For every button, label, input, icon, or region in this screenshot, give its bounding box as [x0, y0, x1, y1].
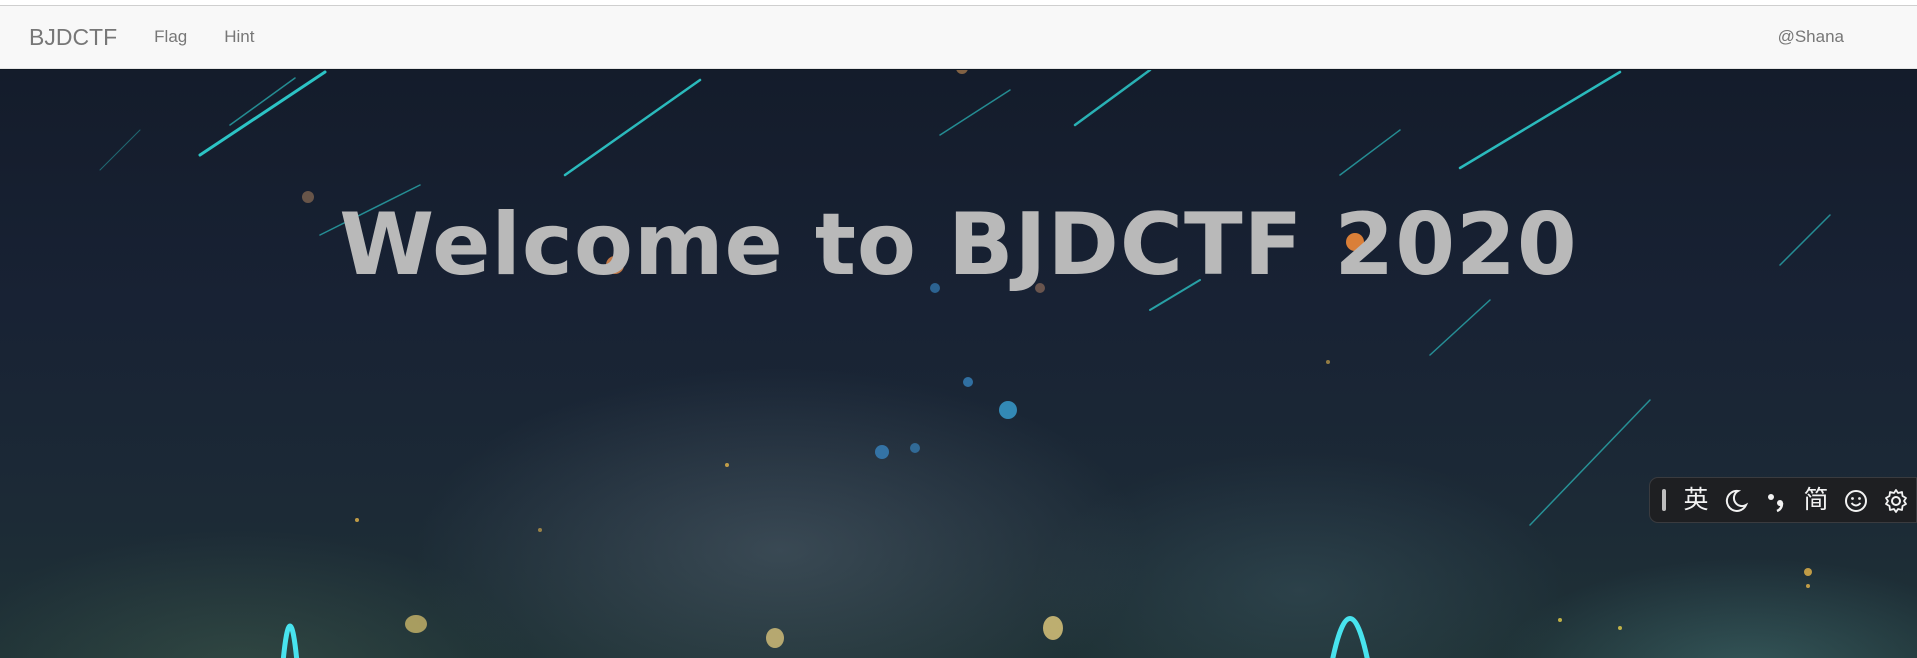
moon-icon[interactable]: [1716, 477, 1756, 523]
star: [1806, 584, 1810, 588]
meteor-streak: [1529, 399, 1651, 526]
lantern: [956, 70, 968, 74]
star: [1804, 568, 1812, 576]
meteor-streak: [1073, 70, 1152, 127]
star: [355, 518, 359, 522]
firework-trail: [1330, 616, 1370, 658]
nav-link-flag[interactable]: Flag: [154, 27, 187, 47]
meteor-streak: [99, 129, 141, 171]
welcome-title: Welcome to BJDCTF 2020: [339, 195, 1578, 295]
star: [725, 463, 729, 467]
night-sky-background: [99, 70, 1831, 658]
meteor-streak: [563, 78, 702, 177]
orb: [999, 401, 1017, 419]
firework-trail: [280, 623, 300, 658]
punctuation-icon[interactable]: [1756, 477, 1796, 523]
top-navbar: BJDCTF Flag Hint @Shana: [0, 6, 1917, 69]
star: [1558, 618, 1562, 622]
lantern: [766, 628, 784, 648]
orb: [963, 377, 973, 387]
star: [538, 528, 542, 532]
user-link[interactable]: @Shana: [1778, 27, 1844, 47]
brand-link[interactable]: BJDCTF: [29, 24, 117, 51]
drag-handle[interactable]: [1662, 489, 1666, 511]
ime-mode-toggle[interactable]: 简: [1796, 477, 1836, 523]
star: [1326, 360, 1330, 364]
ime-toolbar: 英 简: [1649, 477, 1917, 523]
ime-language-toggle[interactable]: 英: [1676, 477, 1716, 523]
meteor-streak: [1429, 299, 1491, 356]
nav-link-hint[interactable]: Hint: [224, 27, 254, 47]
meteor-streak: [939, 89, 1011, 136]
meteor-streak: [229, 77, 296, 126]
lantern: [1043, 616, 1063, 640]
emoji-icon[interactable]: [1836, 477, 1876, 523]
orb: [875, 445, 889, 459]
orb: [910, 443, 920, 453]
star: [1618, 626, 1622, 630]
hero-banner: Welcome to BJDCTF 2020: [0, 70, 1917, 658]
meteor-streak: [198, 70, 327, 157]
meteor-streak: [1458, 70, 1622, 170]
lantern: [405, 615, 427, 633]
gear-icon[interactable]: [1876, 477, 1916, 523]
meteor-streak: [1339, 129, 1401, 176]
